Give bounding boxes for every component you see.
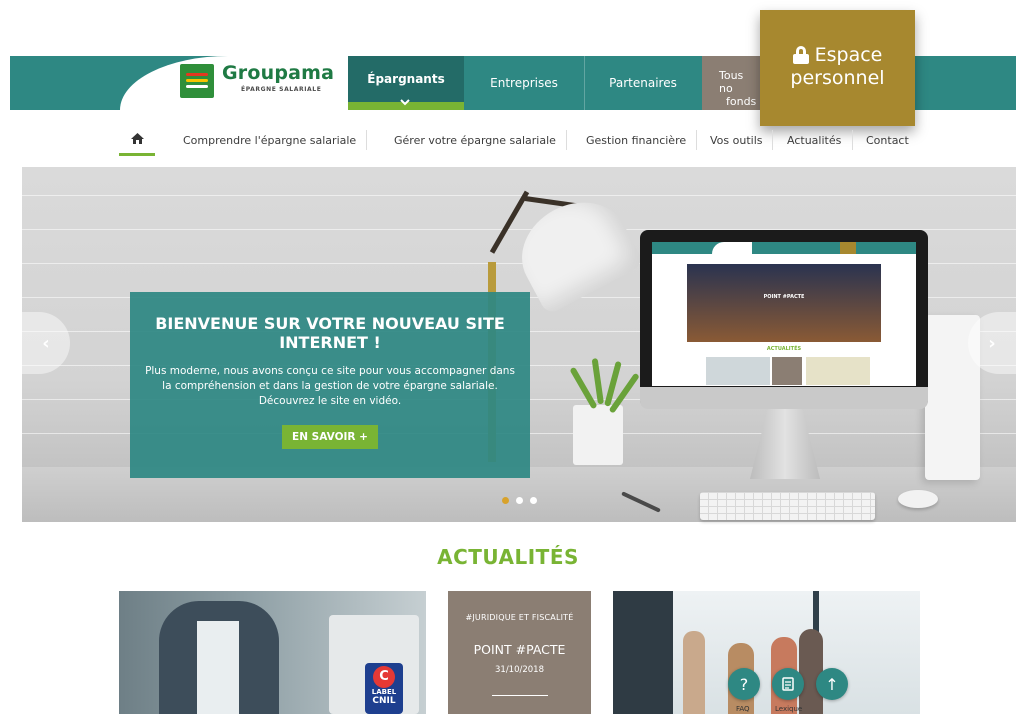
window-frame (613, 591, 673, 714)
subnav-item-comprendre[interactable]: Comprendre l'épargne salariale (183, 128, 356, 152)
monitor: POINT #PACTE ACTUALITÉS (640, 230, 928, 408)
person-figure (799, 629, 823, 714)
chevron-right-icon: › (988, 332, 996, 354)
subnav-label: Contact (866, 133, 909, 147)
monitor-chin (640, 387, 928, 409)
lexique-button[interactable] (772, 668, 804, 700)
monitor-screen-title: POINT #PACTE (763, 294, 805, 300)
news-card-meeting[interactable] (613, 591, 920, 714)
subnav-label: Vos outils (710, 133, 763, 147)
tab-label-line2: fonds (726, 95, 757, 108)
subnav-item-outils[interactable]: Vos outils (710, 128, 763, 152)
carousel-dot[interactable] (530, 497, 537, 504)
back-to-top-button[interactable]: ↑ (816, 668, 848, 700)
faq-button[interactable]: ? (728, 668, 760, 700)
news-heading: ACTUALITÉS (437, 545, 579, 569)
badge-line2: CNIL (372, 696, 396, 706)
news-card-tag: #JURIDIQUE ET FISCALITÉ (465, 613, 574, 622)
subnav-label: Gérer votre épargne salariale (394, 133, 556, 147)
subnav-divider (566, 130, 567, 150)
lexique-label: Lexique (775, 705, 803, 713)
plant-pot (573, 405, 623, 465)
en-savoir-plus-button[interactable]: EN SAVOIR + (282, 425, 378, 449)
hero-title: BIENVENUE SUR VOTRE NOUVEAU SITE INTERNE… (155, 314, 505, 352)
chevron-left-icon: ‹ (42, 332, 50, 354)
subnav-item-gestion[interactable]: Gestion financière (586, 128, 686, 152)
tab-entreprises[interactable]: Entreprises (464, 56, 584, 110)
monitor-screen: POINT #PACTE ACTUALITÉS (652, 242, 916, 386)
arrow-up-icon: ↑ (825, 674, 839, 694)
carousel-dot-active[interactable] (502, 497, 509, 504)
espace-label-line2: personnel (790, 67, 885, 89)
brand-tagline: ÉPARGNE SALARIALE (241, 86, 322, 93)
subnav-divider (852, 130, 853, 150)
lock-icon (792, 46, 809, 64)
question-icon: ? (739, 674, 749, 694)
hero-text: Plus moderne, nous avons conçu ce site p… (145, 365, 515, 407)
espace-label-line1: Espace (814, 44, 883, 66)
news-card-cnil[interactable]: C LABEL CNIL (119, 591, 426, 714)
tab-partenaires[interactable]: Partenaires (584, 56, 702, 110)
hero-card: BIENVENUE SUR VOTRE NOUVEAU SITE INTERNE… (130, 292, 530, 478)
keyboard (700, 492, 875, 520)
subnav-divider (366, 130, 367, 150)
subnav-item-actualites[interactable]: Actualités (787, 128, 841, 152)
tab-label-line1: Tous no (719, 69, 744, 95)
faq-label: FAQ (736, 705, 750, 713)
subnav-item-gerer[interactable]: Gérer votre épargne salariale (394, 128, 556, 152)
news-card-point-pacte[interactable]: #JURIDIQUE ET FISCALITÉ POINT #PACTE 31/… (448, 591, 591, 714)
home-icon[interactable] (119, 128, 155, 156)
person-figure (683, 631, 705, 714)
carousel-dot[interactable] (516, 497, 523, 504)
groupama-logo-icon[interactable] (180, 64, 214, 98)
subnav-label: Actualités (787, 133, 842, 147)
person-shirt (197, 621, 239, 714)
news-card-divider (491, 695, 548, 696)
brand-name[interactable]: Groupama (222, 62, 334, 84)
document-icon (782, 677, 794, 691)
news-card-title: POINT #PACTE (473, 642, 566, 657)
label-cnil-badge: C LABEL CNIL (365, 663, 403, 714)
tab-label: Partenaires (609, 76, 677, 90)
subnav-divider (772, 130, 773, 150)
subnav-divider (696, 130, 697, 150)
subnav-label: Comprendre l'épargne salariale (183, 133, 357, 147)
subnav-item-contact[interactable]: Contact (866, 128, 909, 152)
news-card-date: 31/10/2018 (495, 665, 544, 675)
subnav-label: Gestion financière (586, 133, 687, 147)
espace-personnel-button[interactable]: Espace personnel (760, 10, 915, 126)
tab-label: Entreprises (490, 76, 558, 90)
tab-label: Épargnants (367, 72, 445, 86)
badge-line1: LABEL (371, 688, 397, 696)
mouse (898, 490, 938, 508)
monitor-screen-section: ACTUALITÉS (766, 346, 802, 352)
chevron-down-icon (400, 98, 410, 109)
tab-tous-nos-fonds[interactable]: Tous no fonds (702, 56, 760, 110)
